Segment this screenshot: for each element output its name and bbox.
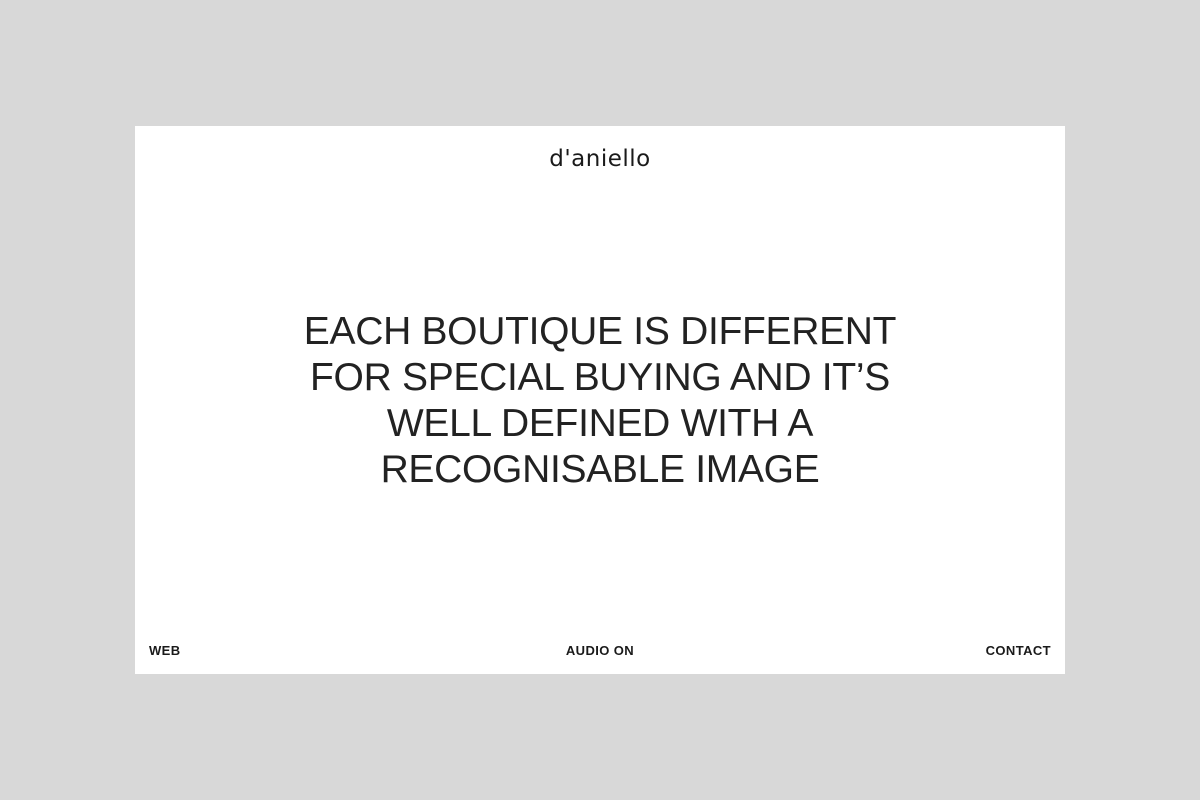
contact-link[interactable]: CONTACT [986,643,1051,659]
headline-line: WELL DEFINED WITH A [386,402,814,445]
headline-line: EACH BOUTIQUE IS DIFFERENT [303,310,897,353]
audio-toggle-container: AUDIO ON [135,643,1065,659]
website-screen: d'aniello EACH BOUTIQUE IS DIFFERENT FOR… [135,126,1065,674]
headline-line: RECOGNISABLE IMAGE [380,448,820,491]
brand-logo[interactable]: d'aniello [135,144,1065,174]
audio-toggle[interactable]: AUDIO ON [566,643,634,658]
hero-headline: EACH BOUTIQUE IS DIFFERENT FOR SPECIAL B… [135,309,1065,493]
headline-line: FOR SPECIAL BUYING AND IT’S [310,356,890,399]
